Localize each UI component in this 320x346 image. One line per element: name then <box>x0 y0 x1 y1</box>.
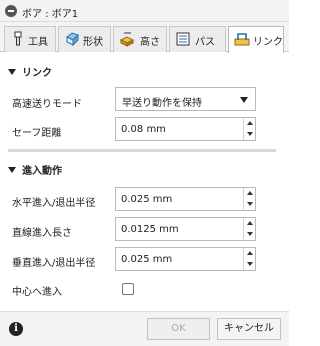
passes-icon <box>176 32 190 46</box>
tab-shape-label: 形状 <box>83 37 103 48</box>
increment-arrow-icon[interactable] <box>244 218 256 229</box>
vertical-radius-field <box>115 247 256 271</box>
section-entry-header[interactable]: 進入動作 <box>8 162 62 177</box>
dropdown-arrow-icon <box>240 97 248 103</box>
safe-distance-input[interactable] <box>116 118 242 140</box>
tab-tool-label: 工具 <box>28 37 48 48</box>
tab-height-label: 高さ <box>140 37 160 48</box>
chevron-down-icon <box>8 167 16 173</box>
section-entry-title: 進入動作 <box>22 166 62 177</box>
increment-arrow-icon[interactable] <box>244 188 256 199</box>
horizontal-radius-input[interactable] <box>116 188 242 210</box>
section-linking-title: リンク <box>22 68 52 79</box>
increment-arrow-icon[interactable] <box>244 118 256 129</box>
collapse-icon[interactable] <box>5 5 17 17</box>
tab-tool[interactable]: 工具 <box>4 26 56 52</box>
height-icon <box>119 32 135 47</box>
vertical-radius-input[interactable] <box>116 248 242 270</box>
horizontal-radius-field <box>115 187 256 211</box>
tool-icon <box>14 31 22 46</box>
tab-passes[interactable]: パス <box>169 26 226 52</box>
cancel-button[interactable]: キャンセル <box>217 318 281 340</box>
tab-linking[interactable]: リンク <box>228 26 284 53</box>
safe-distance-field <box>115 117 256 141</box>
tab-passes-label: パス <box>195 37 215 48</box>
info-icon[interactable]: i <box>9 322 23 336</box>
linking-icon <box>234 33 250 46</box>
decrement-arrow-icon[interactable] <box>244 199 256 210</box>
center-entry-checkbox[interactable] <box>122 283 134 295</box>
horizontal-radius-label: 水平進入/退出半径 <box>12 198 96 209</box>
vertical-radius-stepper <box>243 248 255 270</box>
section-linking-header[interactable]: リンク <box>8 64 52 79</box>
tab-shape[interactable]: 形状 <box>58 26 111 52</box>
increment-arrow-icon[interactable] <box>244 248 256 259</box>
decrement-arrow-icon[interactable] <box>244 259 256 270</box>
decrement-arrow-icon[interactable] <box>244 229 256 240</box>
rapid-mode-label: 高速送りモード <box>12 99 82 110</box>
horizontal-radius-stepper <box>243 188 255 210</box>
center-entry-label: 中心へ進入 <box>12 287 62 298</box>
safe-distance-label: セーフ距離 <box>12 128 62 139</box>
window-title: ボア : ボア1 <box>22 9 79 20</box>
shape-icon <box>66 32 79 47</box>
title-bar: ボア : ボア1 <box>0 0 289 22</box>
linear-length-stepper <box>243 218 255 240</box>
rapid-mode-value: 早送り動作を保持 <box>122 98 202 109</box>
dialog-footer: i OK キャンセル <box>0 311 289 346</box>
ok-button[interactable]: OK <box>147 318 210 340</box>
rapid-mode-select[interactable]: 早送り動作を保持 <box>115 87 256 111</box>
tab-linking-label: リンク <box>253 37 283 48</box>
linear-length-input[interactable] <box>116 218 242 240</box>
decrement-arrow-icon[interactable] <box>244 129 256 140</box>
safe-distance-stepper <box>243 118 255 140</box>
linear-length-label: 直線進入長さ <box>12 228 72 239</box>
vertical-radius-label: 垂直進入/退出半径 <box>12 258 96 269</box>
tab-bar: 工具 形状 高さ パス リンク <box>0 22 289 53</box>
chevron-down-icon <box>8 69 16 75</box>
section-divider <box>8 149 276 152</box>
tab-height[interactable]: 高さ <box>113 26 167 52</box>
linear-length-field <box>115 217 256 241</box>
